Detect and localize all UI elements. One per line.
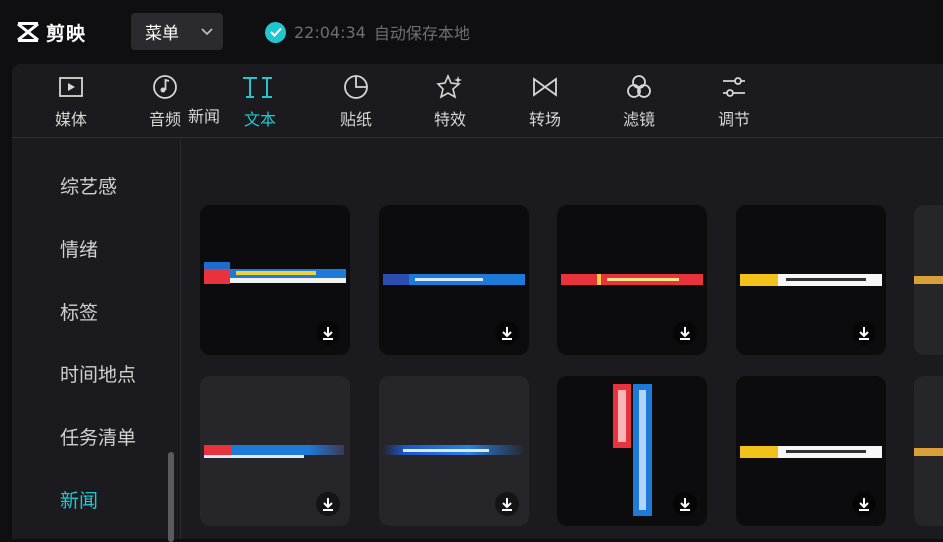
title-bar: 剪映 菜单 22:04:34 自动保存本地 bbox=[0, 0, 943, 64]
sidebar-item-variety[interactable]: 综艺感 bbox=[60, 172, 117, 199]
tab-text-label: 文本 bbox=[243, 110, 276, 129]
download-icon[interactable] bbox=[673, 492, 697, 516]
save-time: 22:04:34 bbox=[294, 22, 366, 42]
tab-sticker[interactable]: 贴纸 bbox=[321, 70, 391, 134]
sidebar-item-news[interactable]: 新闻 bbox=[60, 486, 98, 513]
sidebar-item-task-list[interactable]: 任务清单 bbox=[60, 423, 136, 450]
tab-sticker-label: 贴纸 bbox=[339, 110, 372, 129]
sidebar-item-tags[interactable]: 标签 bbox=[60, 298, 98, 325]
news-template-card[interactable] bbox=[200, 205, 350, 355]
download-icon[interactable] bbox=[316, 492, 340, 516]
tab-transition-label: 转场 bbox=[528, 110, 561, 129]
text-category-sidebar: 综艺感 情绪 标签 时间地点 任务清单 新闻 bbox=[12, 138, 181, 539]
download-icon[interactable] bbox=[673, 321, 697, 345]
tab-filter-label: 滤镜 bbox=[622, 110, 655, 129]
sidebar-item-time-place[interactable]: 时间地点 bbox=[60, 360, 136, 387]
adjust-icon bbox=[723, 77, 745, 97]
app-name: 剪映 bbox=[46, 22, 87, 45]
sticker-icon bbox=[344, 75, 368, 99]
menu-button[interactable]: 菜单 bbox=[131, 13, 223, 50]
audio-icon bbox=[153, 75, 177, 99]
effects-icon bbox=[436, 73, 462, 99]
news-template-card[interactable] bbox=[200, 376, 350, 526]
tab-adjust[interactable]: 调节 bbox=[699, 70, 769, 134]
tab-media[interactable]: 媒体 bbox=[36, 70, 106, 134]
download-icon[interactable] bbox=[495, 492, 519, 516]
tab-effects[interactable]: 特效 bbox=[415, 70, 485, 134]
capcut-logo-icon bbox=[17, 22, 39, 42]
download-icon[interactable] bbox=[852, 492, 876, 516]
tab-effects-label: 特效 bbox=[433, 110, 466, 129]
section-title: 新闻 bbox=[188, 107, 221, 126]
sidebar-scrollbar[interactable] bbox=[168, 452, 174, 542]
sidebar-item-emotion[interactable]: 情绪 bbox=[60, 235, 98, 262]
news-template-card[interactable] bbox=[736, 376, 886, 526]
media-icon bbox=[59, 77, 83, 97]
tab-text[interactable]: 文本 bbox=[225, 70, 295, 134]
app-logo: 剪映 bbox=[16, 18, 86, 46]
save-status: 22:04:34 自动保存本地 bbox=[265, 20, 470, 44]
check-circle-icon bbox=[265, 21, 286, 43]
news-template-card[interactable] bbox=[914, 376, 943, 526]
transition-icon bbox=[533, 77, 557, 97]
news-template-card[interactable] bbox=[557, 205, 707, 355]
menu-label: 菜单 bbox=[145, 24, 179, 44]
news-template-card[interactable] bbox=[379, 205, 529, 355]
tab-media-label: 媒体 bbox=[54, 110, 87, 129]
tab-filter[interactable]: 滤镜 bbox=[604, 70, 674, 134]
download-icon[interactable] bbox=[852, 321, 876, 345]
filter-icon bbox=[627, 75, 651, 98]
chevron-down-icon bbox=[201, 27, 213, 35]
category-toolbar: 媒体 音频 文本 贴纸 特效 转场 滤镜 调节 bbox=[12, 64, 943, 138]
download-icon[interactable] bbox=[316, 321, 340, 345]
tab-transition[interactable]: 转场 bbox=[510, 70, 580, 134]
news-template-card[interactable] bbox=[557, 376, 707, 526]
tab-adjust-label: 调节 bbox=[717, 110, 750, 129]
news-template-card[interactable] bbox=[379, 376, 529, 526]
news-template-card[interactable] bbox=[736, 205, 886, 355]
download-icon[interactable] bbox=[495, 321, 519, 345]
save-text: 自动保存本地 bbox=[373, 24, 470, 43]
news-template-card[interactable] bbox=[914, 205, 943, 355]
text-icon bbox=[243, 77, 272, 98]
